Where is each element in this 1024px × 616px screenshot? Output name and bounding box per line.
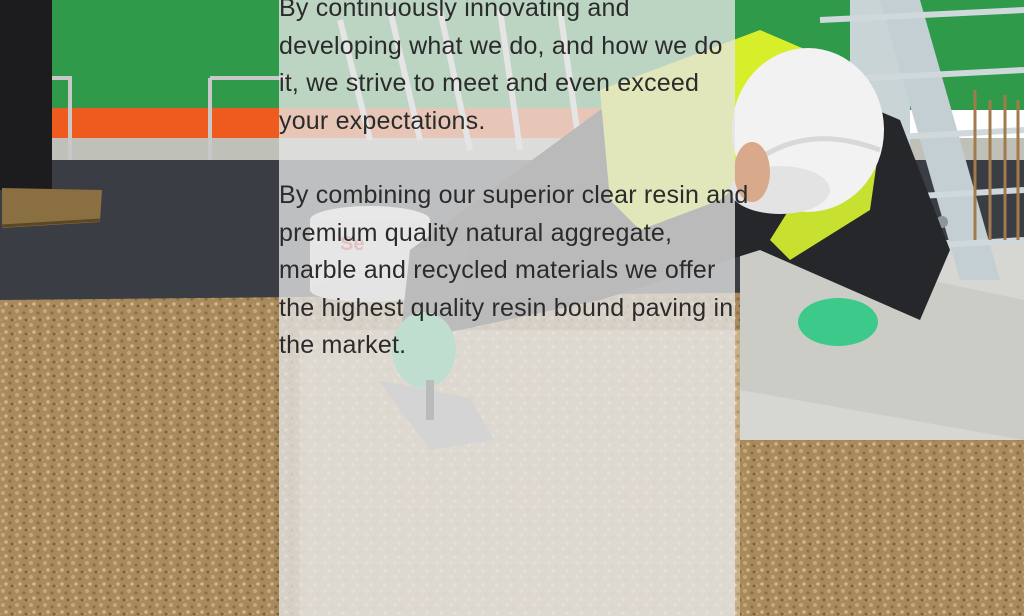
hero-section: Se By continuously innovating and develo… [0,0,1024,616]
hero-copy: By continuously innovating and developin… [279,0,749,402]
intro-paragraph: By continuously innovating and developin… [279,0,723,135]
materials-paragraph: By combining our superior clear resin an… [279,181,749,359]
